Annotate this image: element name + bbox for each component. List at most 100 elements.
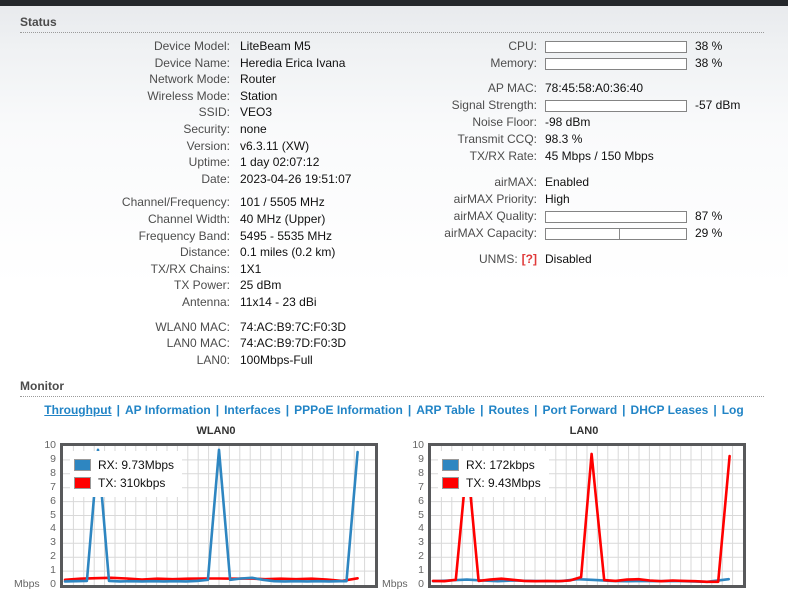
field-value: 74:AC:B9:7C:F0:3D	[240, 319, 346, 336]
status-row: Date:2023-04-26 19:51:07	[0, 171, 390, 188]
status-page: Status Device Model:LiteBeam M5Device Na…	[0, 6, 788, 593]
monitor-link-ap-information[interactable]: AP Information	[125, 403, 211, 417]
memory-bar	[545, 58, 687, 70]
unms-help-link[interactable]: [?]	[522, 252, 537, 266]
status-row: LAN0:100Mbps-Full	[0, 352, 390, 369]
y-tick-label: 5	[418, 509, 424, 521]
noise-floor-value: -98 dBm	[545, 114, 590, 131]
y-tick-label: 3	[50, 536, 56, 548]
field-label: SSID:	[0, 104, 240, 121]
field-label: TX/RX Chains:	[0, 261, 240, 278]
txrx-rate-row: TX/RX Rate: 45 Mbps / 150 Mbps	[400, 148, 788, 165]
y-tick-label: 1	[50, 564, 56, 576]
monitor-link-arp-table[interactable]: ARP Table	[416, 403, 475, 417]
y-axis-unit-label: Mbps	[382, 578, 408, 590]
y-tick-label: 6	[418, 495, 424, 507]
field-label: Date:	[0, 171, 240, 188]
legend-entry: TX: 310kbps	[74, 476, 174, 490]
airmax-capacity-row: airMAX Capacity: 29 %	[400, 225, 788, 242]
cpu-percent: 38 %	[695, 38, 722, 55]
transmit-ccq-value: 98.3 %	[545, 131, 582, 148]
signal-strength-bar	[545, 100, 687, 112]
legend-entry: TX: 9.43Mbps	[442, 476, 541, 490]
cpu-label: CPU:	[400, 38, 545, 55]
field-label: LAN0 MAC:	[0, 335, 240, 352]
legend-swatch-tx	[442, 477, 459, 489]
y-tick-label: 4	[50, 522, 56, 534]
status-row: TX/RX Chains:1X1	[0, 261, 390, 278]
link-separator: |	[534, 403, 537, 417]
memory-label: Memory:	[400, 55, 545, 72]
status-right-column: CPU: 38 % Memory: 38 % AP MAC: 78:45:58:…	[400, 38, 788, 370]
chart-legend: RX: 9.73Mbps TX: 310kbps	[70, 451, 182, 497]
monitor-link-port-forward[interactable]: Port Forward	[543, 403, 618, 417]
y-tick-label: 7	[50, 481, 56, 493]
field-value: Heredia Erica Ivana	[240, 55, 345, 72]
field-value: Router	[240, 71, 276, 88]
link-separator: |	[622, 403, 625, 417]
field-label: Channel/Frequency:	[0, 194, 240, 211]
monitor-link-dhcp-leases[interactable]: DHCP Leases	[631, 403, 709, 417]
link-separator: |	[480, 403, 483, 417]
monitor-link-throughput[interactable]: Throughput	[44, 403, 111, 417]
wlan0-chart: WLAN0012345678910MbpsRX: 9.73MbpsTX: 310…	[12, 425, 380, 588]
status-row: SSID:VEO3	[0, 104, 390, 121]
signal-strength-label: Signal Strength:	[400, 97, 545, 114]
legend-swatch-tx	[74, 477, 91, 489]
field-value: 5495 - 5535 MHz	[240, 228, 332, 245]
y-tick-label: 1	[418, 564, 424, 576]
lan0-chart: LAN0012345678910MbpsRX: 172kbpsTX: 9.43M…	[380, 425, 748, 588]
field-value: 74:AC:B9:7D:F0:3D	[240, 335, 346, 352]
field-label: WLAN0 MAC:	[0, 319, 240, 336]
status-row: Distance:0.1 miles (0.2 km)	[0, 244, 390, 261]
field-value: 1 day 02:07:12	[240, 154, 319, 171]
legend-swatch-rx	[442, 459, 459, 471]
y-tick-label: 3	[418, 536, 424, 548]
monitor-link-pppoe-information[interactable]: PPPoE Information	[294, 403, 403, 417]
monitor-link-interfaces[interactable]: Interfaces	[224, 403, 281, 417]
status-row: Network Mode:Router	[0, 71, 390, 88]
field-value: 101 / 5505 MHz	[240, 194, 325, 211]
field-value: 0.1 miles (0.2 km)	[240, 244, 335, 261]
field-label: Uptime:	[0, 154, 240, 171]
monitor-link-routes[interactable]: Routes	[488, 403, 529, 417]
airmax-quality-row: airMAX Quality: 87 %	[400, 208, 788, 225]
field-label: Channel Width:	[0, 211, 240, 228]
cpu-bar	[545, 41, 687, 53]
status-row: Uptime:1 day 02:07:12	[0, 154, 390, 171]
link-separator: |	[713, 403, 716, 417]
status-row: Channel Width:40 MHz (Upper)	[0, 211, 390, 228]
ap-mac-value: 78:45:58:A0:36:40	[545, 80, 643, 97]
chart-y-axis: 012345678910Mbps	[380, 443, 428, 588]
link-separator: |	[408, 403, 411, 417]
legend-label: RX: 9.73Mbps	[98, 458, 174, 472]
status-row: Device Name:Heredia Erica Ivana	[0, 55, 390, 72]
legend-label: TX: 9.43Mbps	[466, 476, 541, 490]
monitor-link-log[interactable]: Log	[722, 403, 744, 417]
field-label: Device Model:	[0, 38, 240, 55]
status-section-header: Status	[20, 6, 764, 33]
link-separator: |	[286, 403, 289, 417]
field-value: 11x14 - 23 dBi	[240, 294, 317, 311]
mac-info-group: WLAN0 MAC:74:AC:B9:7C:F0:3DLAN0 MAC:74:A…	[0, 319, 390, 369]
field-label: Frequency Band:	[0, 228, 240, 245]
legend-label: RX: 172kbps	[466, 458, 535, 472]
noise-floor-row: Noise Floor: -98 dBm	[400, 114, 788, 131]
chart-title: LAN0	[428, 425, 740, 439]
signal-strength-row: Signal Strength: -57 dBm	[400, 97, 788, 114]
field-label: Network Mode:	[0, 71, 240, 88]
airmax-row: airMAX: Enabled	[400, 174, 788, 191]
status-row: Security:none	[0, 121, 390, 138]
chart-y-axis: 012345678910Mbps	[12, 443, 60, 588]
transmit-ccq-row: Transmit CCQ: 98.3 %	[400, 131, 788, 148]
y-tick-label: 0	[50, 578, 56, 590]
y-tick-label: 8	[418, 467, 424, 479]
field-value: none	[240, 121, 267, 138]
legend-label: TX: 310kbps	[98, 476, 165, 490]
unms-label: UNMS:[?]	[400, 251, 545, 268]
memory-percent: 38 %	[695, 55, 722, 72]
status-row: WLAN0 MAC:74:AC:B9:7C:F0:3D	[0, 319, 390, 336]
y-tick-label: 8	[50, 467, 56, 479]
status-row: Frequency Band:5495 - 5535 MHz	[0, 228, 390, 245]
txrx-rate-label: TX/RX Rate:	[400, 148, 545, 165]
